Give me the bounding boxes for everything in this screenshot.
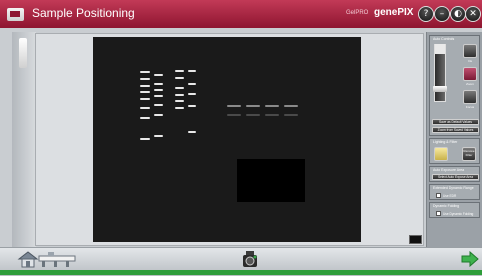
camera-slider-handle[interactable] — [433, 86, 447, 92]
auto-exposure-group: Auto Exposure Area Select Auto Expose Ar… — [429, 166, 480, 182]
iris-label: Iris — [468, 59, 472, 63]
extended-dynamic-range-group: Extended Dynamic Range Use EDR — [429, 184, 480, 200]
group-header: Lighting & Filter — [433, 140, 458, 144]
gel-band — [284, 114, 298, 116]
select-auto-expose-button[interactable]: Select Auto Expose Area — [432, 174, 479, 180]
light-bulb-icon[interactable] — [434, 147, 448, 161]
gel-band — [154, 83, 163, 85]
use-edr-checkbox[interactable] — [436, 193, 441, 198]
gel-band — [140, 91, 150, 93]
next-arrow-icon[interactable] — [461, 251, 479, 267]
app-icon — [7, 8, 24, 21]
zoom-icon[interactable] — [463, 67, 477, 81]
focus-icon[interactable] — [463, 90, 477, 104]
use-dynamic-folding-checkbox[interactable] — [436, 211, 441, 216]
gel-band — [188, 83, 196, 85]
gel-band — [140, 78, 150, 80]
left-slider-handle[interactable] — [19, 38, 27, 68]
gel-band — [188, 131, 196, 133]
gel-band — [175, 70, 184, 72]
remove-filter-label: Remove Filter — [463, 149, 475, 157]
home-icon[interactable] — [17, 250, 39, 268]
gel-band — [140, 117, 150, 119]
gel-band — [284, 105, 298, 107]
gel-band — [227, 105, 241, 107]
group-header: Auto Controls — [433, 37, 455, 41]
zoom-label: Zoom — [466, 82, 474, 86]
use-edr-label: Use EDR — [443, 194, 457, 198]
gel-band — [175, 100, 184, 102]
right-control-panel: Auto Controls Iris Zoom Focus Save as De… — [426, 32, 482, 247]
bottom-accent-strip — [0, 270, 482, 275]
group-header: Dynamic Folding — [433, 204, 460, 208]
slider-top-icon — [435, 44, 445, 54]
gel-band — [154, 95, 163, 97]
gel-band — [227, 114, 241, 116]
zoom-from-saved-button[interactable]: Zoom from Saved Values — [432, 127, 479, 133]
use-dynamic-folding-label: Use Dynamic Folding — [443, 212, 474, 216]
help-button[interactable]: ? — [418, 6, 434, 22]
ruler-icon[interactable] — [38, 251, 78, 268]
brand-genepix: genePIX — [374, 7, 414, 18]
exposure-region[interactable] — [237, 159, 305, 202]
gel-band — [175, 107, 184, 109]
dynamic-folding-group: Dynamic Folding Use Dynamic Folding — [429, 202, 480, 218]
gel-band — [154, 89, 163, 91]
group-header: Extended Dynamic Range — [433, 186, 474, 190]
gel-band — [188, 105, 196, 107]
gel-band — [154, 114, 163, 116]
gel-band — [175, 94, 184, 96]
camera-icon[interactable] — [240, 250, 260, 270]
corner-indicator — [409, 235, 422, 244]
gel-band — [265, 114, 279, 116]
minimize-button[interactable]: – — [434, 6, 450, 22]
gel-band — [246, 114, 260, 116]
gel-band — [154, 104, 163, 106]
brand-gelpro: GelPRO — [346, 10, 369, 16]
gel-band — [175, 87, 184, 89]
settings-button[interactable]: ◐ — [450, 6, 466, 22]
iris-icon[interactable] — [463, 44, 477, 58]
group-header: Auto Exposure Area — [433, 168, 465, 172]
gel-band — [188, 70, 196, 72]
gel-band — [140, 107, 150, 109]
auto-controls-group: Auto Controls Iris Zoom Focus Save as De… — [429, 35, 480, 136]
save-default-button[interactable]: Save as Default Values — [432, 119, 479, 125]
gel-band — [265, 105, 279, 107]
gel-band — [154, 135, 163, 137]
focus-label: Focus — [465, 105, 475, 109]
gel-band — [154, 74, 163, 76]
gel-band — [140, 98, 150, 100]
gel-band — [140, 71, 150, 73]
gel-band — [140, 138, 150, 140]
window-title: Sample Positioning — [32, 6, 135, 20]
lighting-filter-group: Lighting & Filter Remove Filter — [429, 138, 480, 164]
gel-band — [246, 105, 260, 107]
gel-image[interactable] — [93, 37, 361, 242]
gel-band — [188, 93, 196, 95]
gel-band — [140, 85, 150, 87]
gel-band — [175, 77, 184, 79]
close-button[interactable]: ✕ — [465, 6, 481, 22]
